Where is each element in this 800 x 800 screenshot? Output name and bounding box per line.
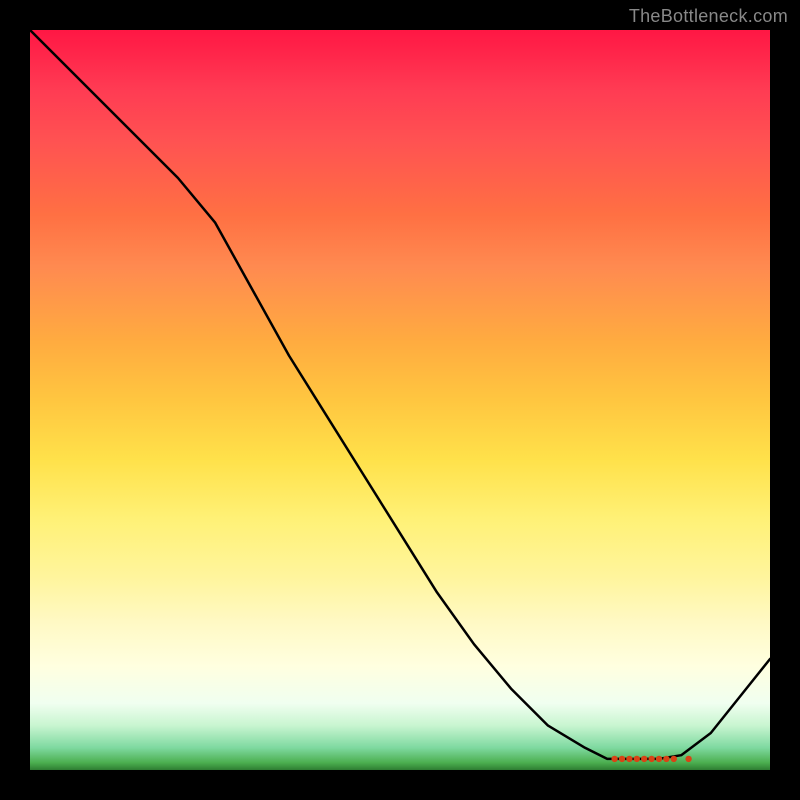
marker-dot: [619, 756, 625, 762]
marker-dot: [634, 756, 640, 762]
chart-container: TheBottleneck.com: [0, 0, 800, 800]
marker-dot: [611, 756, 617, 762]
watermark-text: TheBottleneck.com: [629, 6, 788, 27]
line-path: [30, 30, 770, 759]
chart-svg: [30, 30, 770, 770]
marker-dot: [663, 756, 669, 762]
line-series: [30, 30, 770, 759]
marker-dot: [648, 756, 654, 762]
marker-dot: [671, 756, 677, 762]
marker-dot: [641, 756, 647, 762]
plot-area: [30, 30, 770, 770]
marker-dot: [656, 756, 662, 762]
marker-dot: [685, 756, 691, 762]
marker-dot: [626, 756, 632, 762]
